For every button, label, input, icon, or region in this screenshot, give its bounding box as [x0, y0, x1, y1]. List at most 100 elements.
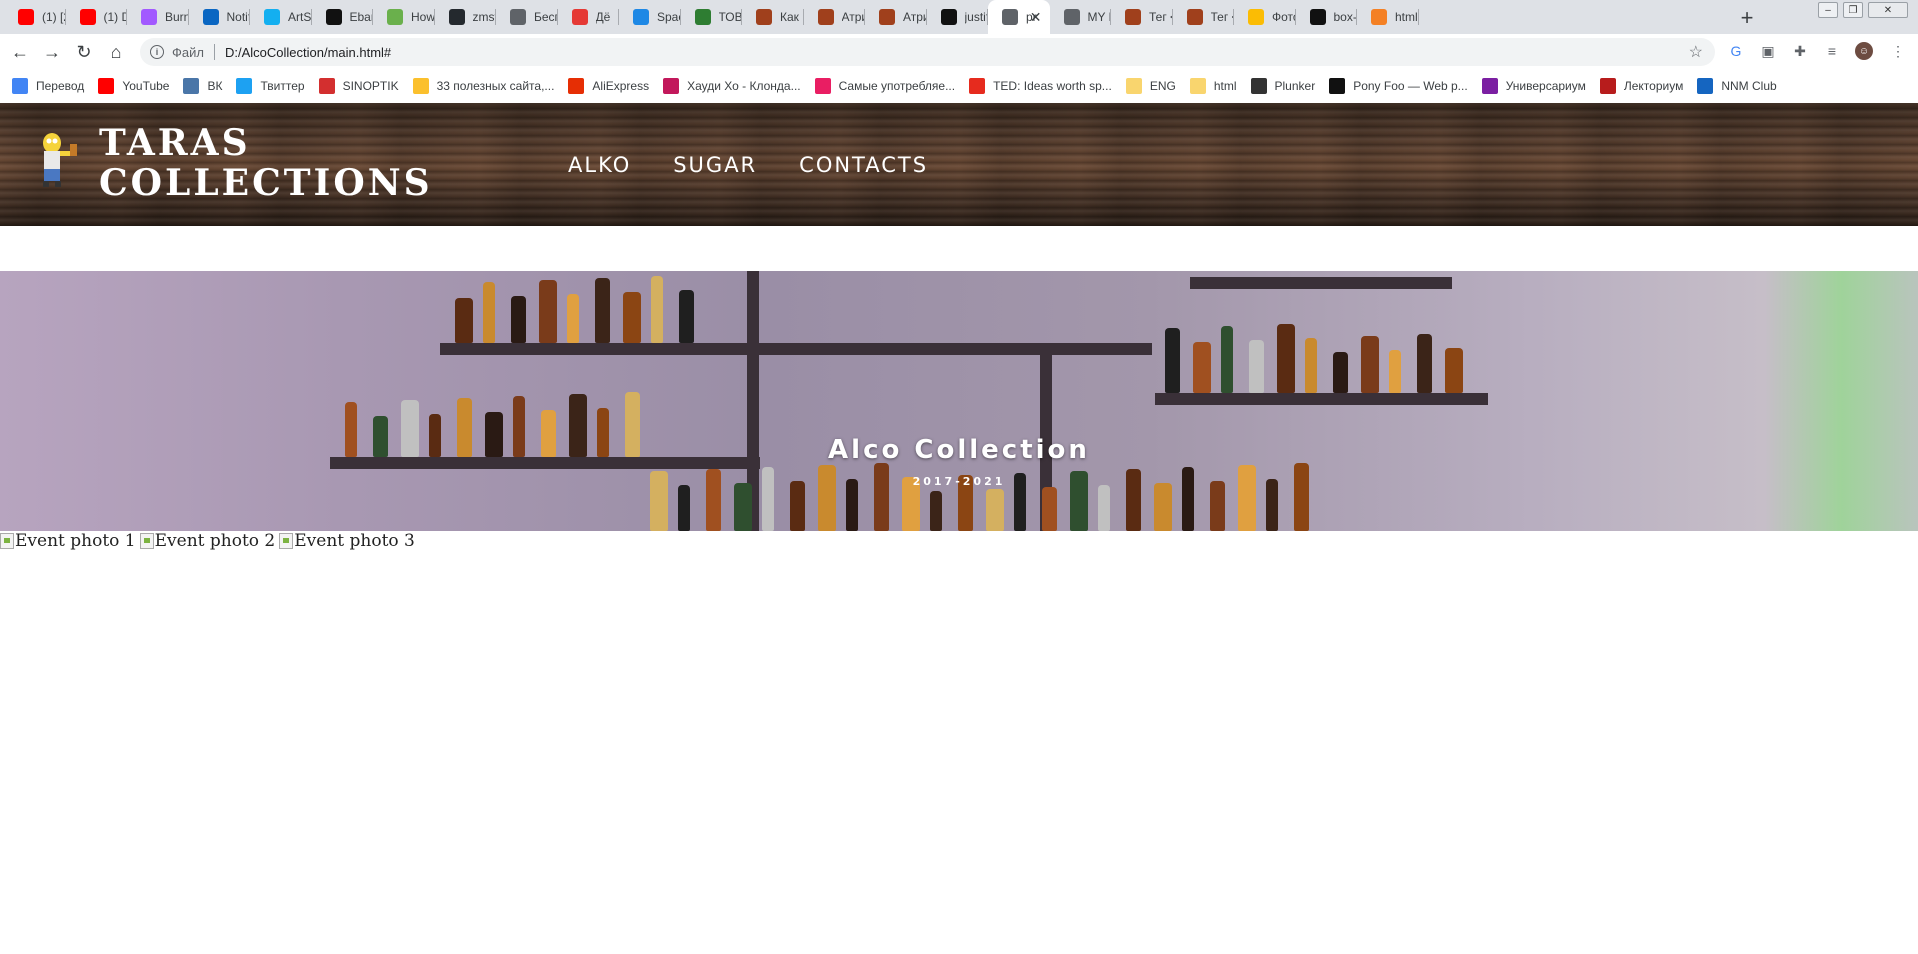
home-icon[interactable]: ⌂	[104, 41, 128, 63]
browser-tab[interactable]: justify	[927, 0, 988, 34]
bookmark-item[interactable]: ENG	[1125, 77, 1176, 94]
browser-tab[interactable]: MY RE	[1050, 0, 1111, 34]
browser-tab[interactable]: ArtSta	[250, 0, 312, 34]
howto-icon	[387, 9, 403, 25]
forward-icon[interactable]: →	[40, 41, 64, 63]
bottle	[1333, 352, 1348, 393]
bottle	[483, 282, 495, 343]
site-brand[interactable]: TARAS COLLECTIONS	[99, 123, 433, 203]
close-tab-icon[interactable]: ✕	[1030, 9, 1042, 26]
bookmark-item[interactable]: Универсариум	[1481, 77, 1586, 94]
minimize-button[interactable]: –	[1818, 2, 1838, 18]
browser-tab[interactable]: Тег <	[1111, 0, 1173, 34]
browser-tab[interactable]: ТОВ "Е	[681, 0, 742, 34]
browser-tab[interactable]: Ebanc	[312, 0, 374, 34]
bottle	[567, 294, 579, 343]
browser-tab[interactable]: Атриб	[865, 0, 927, 34]
media-queue-icon[interactable]: ≡	[1823, 42, 1841, 60]
tab-title: box-si	[1333, 10, 1358, 24]
translate-extension-icon[interactable]: G	[1727, 42, 1745, 60]
bookmark-item[interactable]: AliExpress	[568, 77, 649, 94]
bookmark-label: TED: Ideas worth sp...	[993, 78, 1112, 93]
nav-link-alko[interactable]: ALKO	[568, 153, 631, 177]
bookmark-item[interactable]: Plunker	[1250, 77, 1316, 94]
monitor-icon	[1697, 77, 1714, 94]
browser-tab[interactable]: zmst-t	[435, 0, 496, 34]
browser-tab[interactable]: pr ✕	[988, 0, 1050, 34]
tab-title: Беспл	[534, 10, 558, 24]
bookmark-item[interactable]: ВК	[183, 77, 222, 94]
event-photo[interactable]: Event photo 2	[139, 531, 275, 551]
browser-tab[interactable]: Space	[619, 0, 681, 34]
bookmark-item[interactable]: Хауди Хо - Клонда...	[663, 77, 801, 94]
bookmark-item[interactable]: html	[1189, 77, 1237, 94]
brand-line-2: COLLECTIONS	[99, 162, 433, 204]
bookmark-item[interactable]: YouTube	[98, 77, 170, 94]
page-content: TARAS COLLECTIONS ALKO SUGAR CONTACTS Al…	[0, 101, 1918, 954]
maximize-button[interactable]: ❐	[1843, 2, 1863, 18]
youtube-icon	[79, 9, 96, 25]
bookmark-star-icon[interactable]: ☆	[1689, 42, 1703, 62]
reload-icon[interactable]: ↻	[72, 41, 96, 63]
tab-separator	[1417, 9, 1419, 25]
browser-tab[interactable]: box-si	[1296, 0, 1358, 34]
event-photo[interactable]: Event photo 1	[0, 531, 136, 551]
address-url[interactable]: D:/AlcoCollection/main.html#	[225, 45, 391, 60]
bookmark-label: Plunker	[1274, 78, 1316, 93]
homer-logo-icon	[43, 133, 77, 187]
browser-tab[interactable]: Как вы	[742, 0, 804, 34]
linkedin-icon	[202, 9, 219, 25]
nav-link-sugar[interactable]: SUGAR	[673, 153, 757, 177]
browser-tab[interactable]: Фото	[1234, 0, 1296, 34]
bookmark-label: YouTube	[122, 78, 170, 93]
avatar[interactable]: ☺	[1855, 42, 1873, 60]
browser-tab[interactable]: Беспл	[496, 0, 558, 34]
browser-tab[interactable]: Notific	[189, 0, 250, 34]
browser-tab[interactable]: Атриб	[804, 0, 865, 34]
tab-title: Атриб	[903, 10, 927, 24]
site-header: TARAS COLLECTIONS ALKO SUGAR CONTACTS	[0, 103, 1918, 226]
tab-title: Ebanc	[349, 10, 374, 24]
tab-title: html -	[1395, 10, 1419, 24]
bookmark-item[interactable]: Лекториум	[1599, 77, 1683, 94]
event-photos: Event photo 1 Event photo 2 Event photo …	[0, 531, 419, 551]
browser-tab[interactable]: Дё	[558, 0, 619, 34]
bookmark-item[interactable]: Pony Foo — Web p...	[1329, 77, 1468, 94]
bookmark-item[interactable]: SINOPTIK	[318, 77, 399, 94]
browser-tab[interactable]: Тег <	[1173, 0, 1234, 34]
address-divider	[213, 44, 215, 60]
bookmarks-bar: Перевод YouTube ВК Твиттер SINOPTIK 33 полезн…	[0, 70, 1918, 101]
extension-icon[interactable]: ▣	[1759, 42, 1777, 60]
bottle	[1098, 485, 1110, 531]
browser-tab[interactable]: (1) [20	[4, 0, 66, 34]
back-icon[interactable]: ←	[8, 41, 32, 63]
bookmark-item[interactable]: Перевод	[12, 77, 84, 94]
bookmark-item[interactable]: TED: Ideas worth sp...	[969, 77, 1112, 94]
nav-link-contacts[interactable]: CONTACTS	[799, 153, 928, 177]
menu-icon[interactable]: ⋮	[1889, 42, 1907, 60]
bookmark-label: Универсариум	[1505, 78, 1586, 93]
bottle	[511, 296, 526, 343]
bookmark-item[interactable]: NNM Club	[1697, 77, 1777, 94]
bottle	[1445, 348, 1463, 393]
browser-tab[interactable]: html -	[1357, 0, 1419, 34]
close-window-button[interactable]: ✕	[1868, 2, 1908, 18]
puzzle-icon[interactable]: ✚	[1791, 42, 1809, 60]
bottle	[1417, 334, 1432, 393]
diamond-icon	[663, 77, 680, 94]
new-tab-button[interactable]: +	[1734, 5, 1760, 31]
twitter-icon	[236, 77, 253, 94]
browser-tab[interactable]: (1) DK	[66, 0, 127, 34]
translate-icon	[12, 77, 28, 94]
address-bar[interactable]: i Файл D:/AlcoCollection/main.html# ☆	[140, 38, 1715, 66]
browser-tab[interactable]: How T	[373, 0, 435, 34]
event-photo[interactable]: Event photo 3	[279, 531, 415, 551]
pony-icon	[1329, 77, 1346, 94]
bricks-icon	[756, 9, 772, 25]
bookmark-item[interactable]: 33 полезных сайта,...	[412, 77, 554, 94]
bookmark-item[interactable]: Самые употребляе...	[814, 77, 955, 94]
bookmark-item[interactable]: Твиттер	[236, 77, 305, 94]
browser-tab[interactable]: Burnin	[127, 0, 189, 34]
heart-icon	[814, 77, 831, 94]
info-icon[interactable]: i	[150, 45, 164, 59]
